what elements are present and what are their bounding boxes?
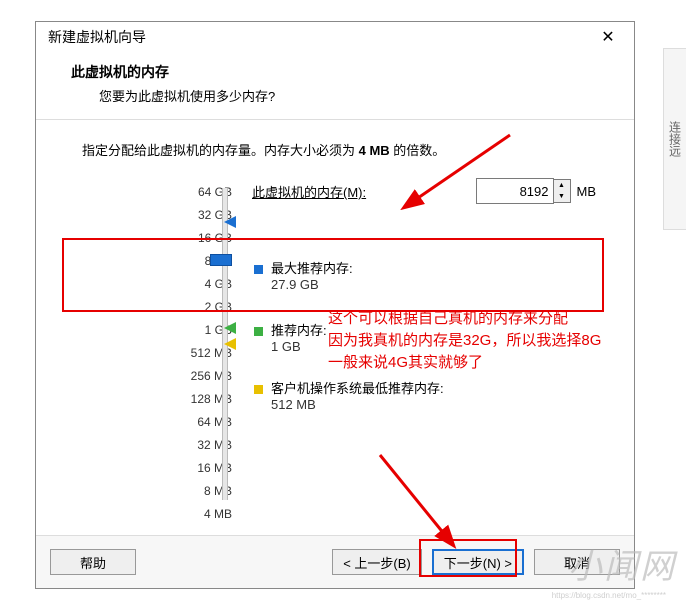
instr-bold: 4 MB <box>359 143 390 158</box>
close-button[interactable]: ✕ <box>588 22 628 52</box>
titlebar: 新建虚拟机向导 ✕ <box>36 22 634 52</box>
rec-value: 1 GB <box>254 339 327 354</box>
memory-input[interactable] <box>476 178 554 204</box>
min-label: 客户机操作系统最低推荐内存: <box>271 381 444 396</box>
memory-spinbox[interactable]: ▲ ▼ MB <box>476 178 597 204</box>
square-yellow-icon <box>254 385 263 394</box>
rec-label: 推荐内存: <box>271 323 327 338</box>
annot-line1: 这个可以根据自己真机的内存来分配 <box>328 308 638 330</box>
instr-pre: 指定分配给此虚拟机的内存量。内存大小必须为 <box>82 143 359 158</box>
max-value: 27.9 GB <box>254 277 353 292</box>
next-button[interactable]: 下一步(N) > <box>432 549 524 575</box>
max-marker-icon <box>224 216 236 228</box>
min-value: 512 MB <box>254 397 444 412</box>
min-memory-info: 客户机操作系统最低推荐内存: 512 MB <box>254 378 444 412</box>
memory-unit: MB <box>577 184 597 199</box>
wizard-body: 指定分配给此虚拟机的内存量。内存大小必须为 4 MB 的倍数。 此虚拟机的内存(… <box>36 120 634 530</box>
annot-line2: 因为我真机的内存是32G，所以我选择8G <box>328 330 638 352</box>
square-blue-icon <box>254 265 263 274</box>
window-title: 新建虚拟机向导 <box>48 27 146 47</box>
annotation-text: 这个可以根据自己真机的内存来分配 因为我真机的内存是32G，所以我选择8G 一般… <box>328 308 638 374</box>
wizard-footer: 帮助 < 上一步(B) 下一步(N) > 取消 <box>36 535 634 588</box>
instruction: 指定分配给此虚拟机的内存量。内存大小必须为 4 MB 的倍数。 <box>82 140 612 159</box>
min-marker-icon <box>224 338 236 350</box>
help-button[interactable]: 帮助 <box>50 549 136 575</box>
cancel-button[interactable]: 取消 <box>534 549 620 575</box>
watermark-url: https://blog.csdn.net/mo_******** <box>552 591 666 600</box>
max-memory-info: 最大推荐内存: 27.9 GB <box>254 258 353 292</box>
max-label: 最大推荐内存: <box>271 261 353 276</box>
spin-arrows[interactable]: ▲ ▼ <box>554 179 571 203</box>
scale-label: 4 MB <box>172 507 232 521</box>
annot-line3: 一般来说4G其实就够了 <box>328 352 638 374</box>
back-button[interactable]: < 上一步(B) <box>332 549 422 575</box>
rec-memory-info: 推荐内存: 1 GB <box>254 320 327 354</box>
page-title: 此虚拟机的内存 <box>71 62 612 82</box>
spin-up-icon[interactable]: ▲ <box>554 180 570 191</box>
wizard-dialog: 新建虚拟机向导 ✕ 此虚拟机的内存 您要为此虚拟机使用多少内存? 指定分配给此虚… <box>35 21 635 589</box>
slider-handle[interactable] <box>210 254 232 266</box>
wizard-header: 此虚拟机的内存 您要为此虚拟机使用多少内存? <box>36 52 634 120</box>
rec-marker-icon <box>224 322 236 334</box>
side-panel: 连接远 <box>663 48 686 230</box>
memory-field-label: 此虚拟机的内存(M): <box>252 182 366 201</box>
square-green-icon <box>254 327 263 336</box>
memory-scale: 64 GB 32 GB 16 GB 8 GB 4 GB 2 GB 1 GB 51… <box>92 180 232 525</box>
spin-down-icon[interactable]: ▼ <box>554 191 570 202</box>
page-subtitle: 您要为此虚拟机使用多少内存? <box>71 82 612 105</box>
instr-post: 的倍数。 <box>390 143 446 158</box>
